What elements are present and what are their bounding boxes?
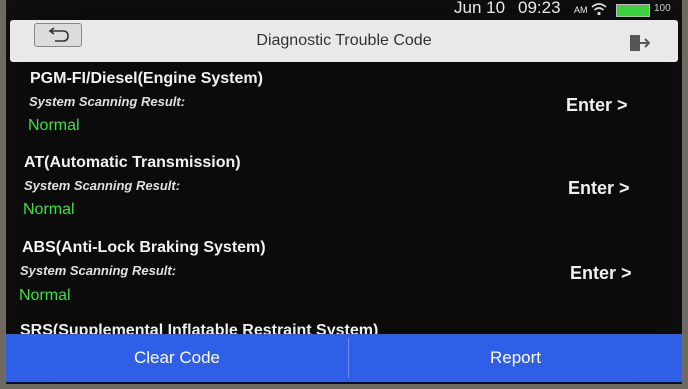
system-name: ABS(Anti-Lock Braking System) (22, 239, 266, 256)
title-bar: Diagnostic Trouble Code (10, 20, 678, 62)
status-bar: Jun 10 09:23 AM 100 (6, 0, 682, 22)
system-name: AT(Automatic Transmission) (24, 154, 241, 171)
status-time: 09:23 (518, 0, 561, 17)
bottom-action-bar: Clear Code Report (6, 334, 682, 382)
list-item-abs: ABS(Anti-Lock Braking System) System Sca… (6, 237, 682, 323)
list-item-transmission: AT(Automatic Transmission) System Scanni… (6, 152, 682, 238)
status-date: Jun 10 (454, 0, 506, 17)
enter-button[interactable]: Enter > (568, 178, 630, 199)
wifi-icon (591, 3, 607, 16)
system-list: PGM-FI/Diesel(Engine System) System Scan… (6, 62, 682, 334)
exit-icon[interactable] (628, 34, 650, 52)
list-item-engine: PGM-FI/Diesel(Engine System) System Scan… (6, 62, 682, 148)
scan-result-label: System Scanning Result: (29, 94, 186, 109)
scan-status: Normal (23, 201, 75, 218)
scan-result-label: System Scanning Result: (24, 178, 181, 193)
page-title: Diagnostic Trouble Code (256, 32, 432, 49)
scan-result-label: System Scanning Result: (20, 263, 177, 278)
battery-icon (616, 4, 650, 17)
scan-status: Normal (19, 287, 71, 304)
status-ampm: AM (574, 5, 588, 15)
system-name: PGM-FI/Diesel(Engine System) (30, 70, 263, 87)
scan-status: Normal (28, 117, 80, 134)
enter-button[interactable]: Enter > (570, 263, 632, 284)
device-screen: Jun 10 09:23 AM 100 Diagnostic Trouble C… (6, 0, 682, 384)
battery-level: 100 (654, 3, 671, 14)
report-button[interactable]: Report (349, 334, 682, 382)
clear-code-button[interactable]: Clear Code (6, 334, 348, 382)
enter-button[interactable]: Enter > (566, 95, 628, 116)
